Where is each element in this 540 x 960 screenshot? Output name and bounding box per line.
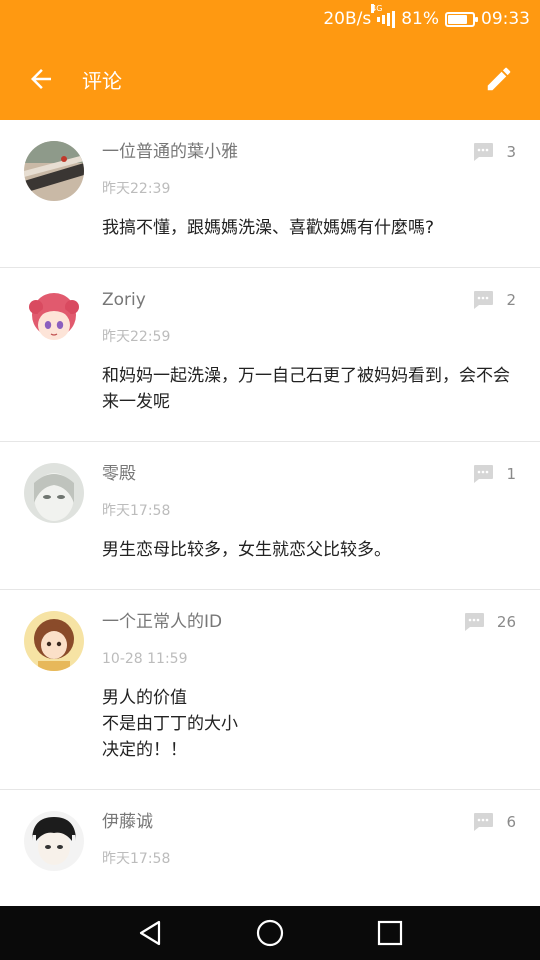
avatar[interactable] xyxy=(24,811,84,871)
clock: 09:33 xyxy=(481,9,530,29)
avatar[interactable] xyxy=(24,141,84,201)
network-type: 4G xyxy=(371,4,383,13)
comment-text: 男生恋母比较多，女生就恋父比较多。 xyxy=(102,540,391,560)
pencil-icon xyxy=(487,67,511,91)
comment-text: 男人的价值 不是由丁丁的大小 决定的！！ xyxy=(102,688,238,760)
timestamp: 昨天17:58 xyxy=(102,851,171,867)
reply-count: 6 xyxy=(506,813,516,831)
avatar[interactable] xyxy=(24,463,84,523)
chat-bubble-icon xyxy=(463,612,485,632)
status-bar: 20B/s 4G 81% 09:33 xyxy=(0,0,540,38)
write-comment-button[interactable] xyxy=(480,60,518,98)
nav-home-button[interactable] xyxy=(249,912,291,954)
back-button[interactable] xyxy=(0,38,82,120)
system-nav-bar xyxy=(0,906,540,960)
chat-bubble-icon xyxy=(472,464,494,484)
timestamp: 10-28 11:59 xyxy=(102,651,188,667)
comment-item[interactable]: 零殿 昨天17:58 男生恋母比较多，女生就恋父比较多。 1 xyxy=(0,442,540,590)
page-title: 评论 xyxy=(82,68,122,93)
battery-percent: 81% xyxy=(401,9,439,29)
timestamp: 昨天17:58 xyxy=(102,503,171,519)
avatar[interactable] xyxy=(24,611,84,671)
reply-button[interactable]: 2 xyxy=(472,290,516,310)
timestamp: 昨天22:59 xyxy=(102,329,171,345)
reply-count: 2 xyxy=(506,291,516,309)
chat-bubble-icon xyxy=(472,142,494,162)
username[interactable]: Zoriy xyxy=(102,288,516,312)
comment-text: 我搞不懂，跟媽媽洗澡、喜歡媽媽有什麼嗎? xyxy=(102,218,435,238)
reply-count: 26 xyxy=(496,613,516,631)
arrow-left-icon xyxy=(31,69,51,89)
reply-count: 3 xyxy=(506,143,516,161)
username[interactable]: 一位普通的葉小雅 xyxy=(102,140,516,164)
comment-item[interactable]: 一位普通的葉小雅 昨天22:39 我搞不懂，跟媽媽洗澡、喜歡媽媽有什麼嗎? 3 xyxy=(0,120,540,268)
reply-button[interactable]: 1 xyxy=(472,464,516,484)
username[interactable]: 零殿 xyxy=(102,462,516,486)
comment-list[interactable]: 一位普通的葉小雅 昨天22:39 我搞不懂，跟媽媽洗澡、喜歡媽媽有什麼嗎? 3 xyxy=(0,120,540,906)
comment-item[interactable]: 一个正常人的ID 10-28 11:59 男人的价值 不是由丁丁的大小 决定的！… xyxy=(0,590,540,790)
timestamp: 昨天22:39 xyxy=(102,181,171,197)
triangle-back-icon xyxy=(139,920,161,946)
chat-bubble-icon xyxy=(472,812,494,832)
username[interactable]: 一个正常人的ID xyxy=(102,610,516,634)
chat-bubble-icon xyxy=(472,290,494,310)
circle-home-icon xyxy=(256,919,284,947)
comment-item[interactable]: 伊藤诚 昨天17:58 6 xyxy=(0,790,540,906)
signal-icon: 4G xyxy=(371,4,396,28)
network-speed: 20B/s xyxy=(323,9,372,29)
username[interactable]: 伊藤诚 xyxy=(102,810,516,834)
square-recents-icon xyxy=(377,920,403,946)
reply-button[interactable]: 3 xyxy=(472,142,516,162)
reply-button[interactable]: 6 xyxy=(472,812,516,832)
reply-button[interactable]: 26 xyxy=(463,612,516,632)
app-bar: 评论 xyxy=(0,38,540,120)
avatar[interactable] xyxy=(24,289,84,349)
reply-count: 1 xyxy=(506,465,516,483)
battery-icon xyxy=(445,11,478,27)
comment-text: 和妈妈一起洗澡，万一自己石更了被妈妈看到，会不会来一发呢 xyxy=(102,366,510,412)
nav-back-button[interactable] xyxy=(129,912,171,954)
nav-recents-button[interactable] xyxy=(369,912,411,954)
comment-item[interactable]: Zoriy 昨天22:59 和妈妈一起洗澡，万一自己石更了被妈妈看到，会不会来一… xyxy=(0,268,540,442)
